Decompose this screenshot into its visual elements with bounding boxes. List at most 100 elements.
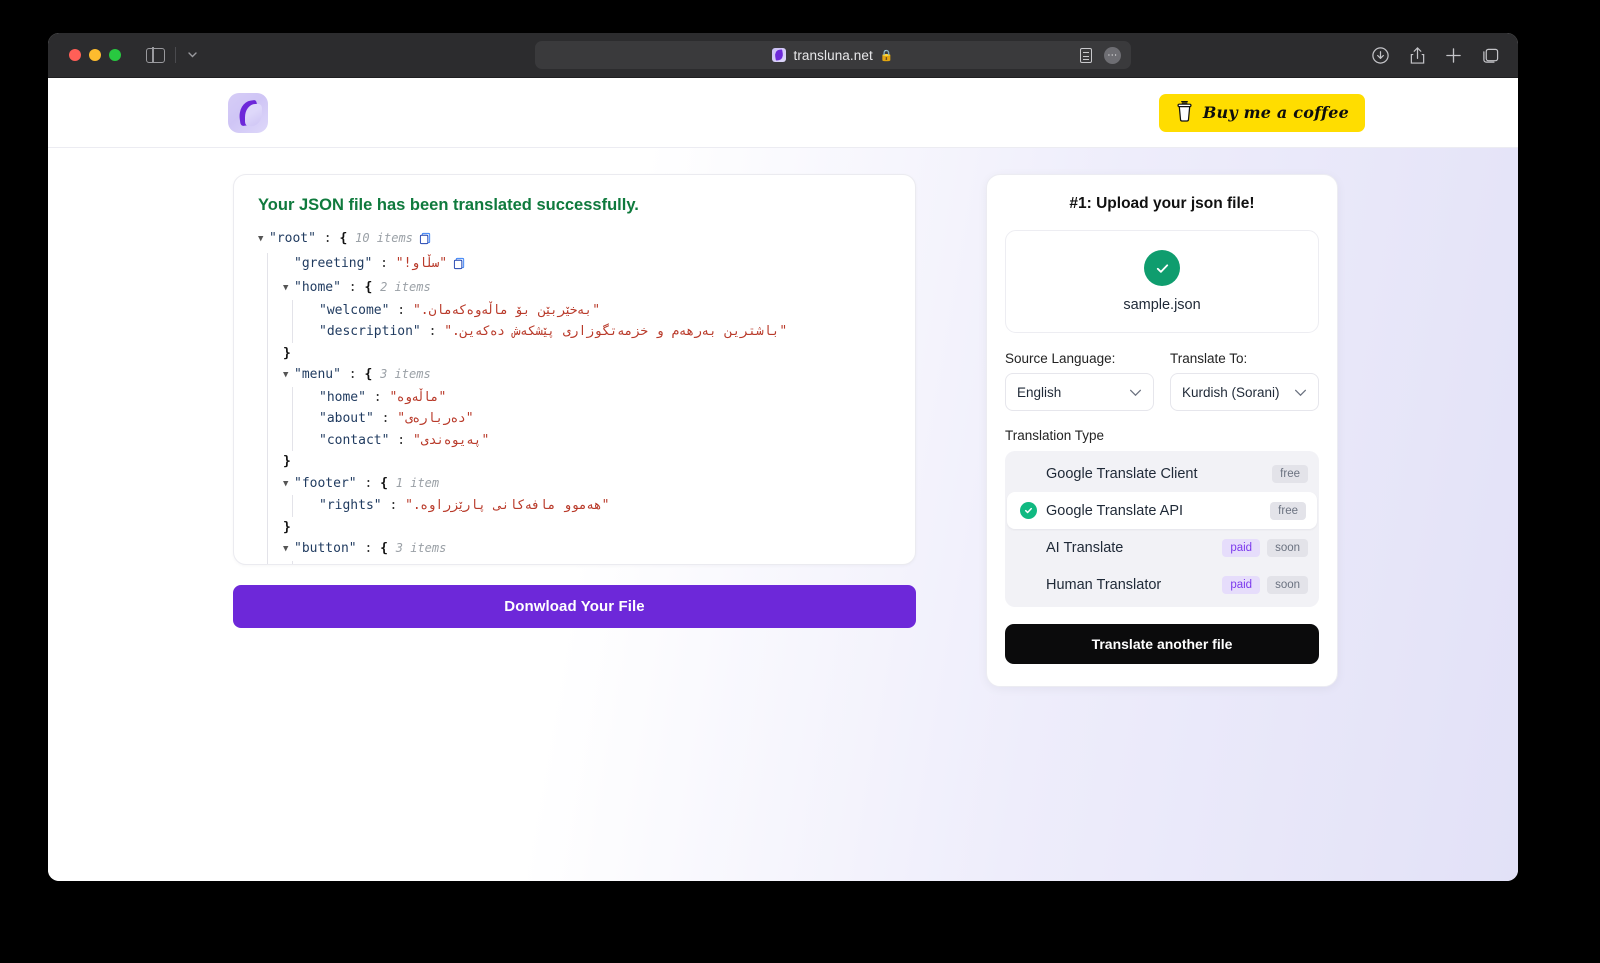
target-language-group: Translate To: Kurdish (Sorani) <box>1170 351 1319 411</box>
success-message: Your JSON file has been translated succe… <box>258 196 639 214</box>
json-value: "بەخێربێن بۆ ماڵەوەکەمان." <box>412 302 601 318</box>
badge-soon: soon <box>1267 538 1308 557</box>
panel-title: #1: Upload your json file! <box>1069 195 1255 212</box>
upload-panel: #1: Upload your json file! sample.json S… <box>986 174 1338 687</box>
footer-closing-brace: } <box>283 519 291 535</box>
tree-node-button[interactable]: ▼ "button" : { 3 items <box>283 538 891 561</box>
tree-node-root[interactable]: ▼ "root" : { 10 items <box>258 228 891 253</box>
address-bar-actions: ⋯ <box>1080 46 1121 64</box>
menu-closing-brace: } <box>283 454 291 469</box>
success-check-icon <box>1144 250 1180 286</box>
tree-node-about: "about" : "دەربارەی" <box>319 411 474 426</box>
browser-toolbar: transluna.net 🔒 ⋯ <box>48 33 1518 78</box>
url-text: transluna.net <box>793 47 873 63</box>
tree-node-menu-home: "home" : "ماڵەوە" <box>319 389 447 405</box>
toolbar-actions <box>1371 46 1500 65</box>
source-language-select[interactable]: English <box>1005 373 1154 411</box>
browser-window: transluna.net 🔒 ⋯ Buy me a coffee Your J… <box>48 33 1518 881</box>
option-badges: paid soon <box>1222 538 1308 557</box>
json-value: "پەیوەندی" <box>412 432 490 448</box>
json-value: "ماڵەوە" <box>389 389 447 405</box>
translation-type-list: Google Translate Client free Google Tran… <box>1005 451 1319 607</box>
chevron-down-icon[interactable] <box>175 47 198 63</box>
option-label: Google Translate Client <box>1046 465 1198 482</box>
reader-view-icon[interactable] <box>1080 47 1092 63</box>
translation-type-option-human-translator[interactable]: Human Translator paid soon <box>1005 566 1319 603</box>
address-bar[interactable]: transluna.net 🔒 ⋯ <box>535 41 1131 69</box>
caret-down-icon[interactable]: ▼ <box>283 365 294 387</box>
copy-icon[interactable] <box>419 231 432 253</box>
target-language-label: Translate To: <box>1170 351 1248 366</box>
plus-icon[interactable] <box>1445 47 1462 64</box>
result-column: Your JSON file has been translated succe… <box>233 174 916 628</box>
file-dropzone[interactable]: sample.json <box>1005 230 1319 333</box>
caret-down-icon[interactable]: ▼ <box>258 229 269 251</box>
share-icon[interactable] <box>1409 46 1426 65</box>
copy-icon[interactable] <box>453 256 466 278</box>
transluna-logo[interactable] <box>228 92 268 133</box>
close-window-button[interactable] <box>69 49 81 61</box>
item-count: 10 items <box>355 231 413 245</box>
selected-check-icon <box>1020 502 1037 519</box>
json-key: "rights" <box>319 498 382 513</box>
json-tree: ▼ "root" : { 10 items "greeting" : "سڵاو!… <box>258 228 891 564</box>
root-children: "greeting" : "سڵاو!" ▼ "home" : { 2 items… <box>267 252 891 564</box>
target-language-select[interactable]: Kurdish (Sorani) <box>1170 373 1319 411</box>
item-count: 2 items <box>380 280 431 294</box>
option-badges: free <box>1270 501 1306 520</box>
json-value: "دەربارەی" <box>397 411 474 426</box>
download-file-button[interactable]: Donwload Your File <box>233 585 916 628</box>
tree-node-menu[interactable]: ▼ "menu" : { 3 items <box>283 364 891 387</box>
sidebar-controls <box>146 46 198 64</box>
tree-node-footer[interactable]: ▼ "footer" : { 1 item <box>283 473 891 496</box>
translation-type-option-google-translate-client[interactable]: Google Translate Client free <box>1005 455 1319 492</box>
badge-paid: paid <box>1222 575 1261 594</box>
json-value: "سڵاو!" <box>395 255 448 271</box>
caret-down-icon[interactable]: ▼ <box>283 474 294 496</box>
json-key: "home" <box>294 280 341 295</box>
json-key: "contact" <box>319 432 390 448</box>
translation-type-option-google-translate-api[interactable]: Google Translate API free <box>1007 492 1317 529</box>
tab-overview-icon[interactable] <box>1481 47 1500 64</box>
menu-children: "home" : "ماڵەوە" "about" : "دەربارەی" "… <box>292 386 891 451</box>
minimize-window-button[interactable] <box>89 49 101 61</box>
tree-node-home[interactable]: ▼ "home" : { 2 items <box>283 277 891 300</box>
caret-down-icon[interactable]: ▼ <box>283 278 294 300</box>
target-language-value: Kurdish (Sorani) <box>1182 384 1280 400</box>
chevron-down-icon <box>1129 385 1142 400</box>
badge-free: free <box>1270 501 1306 520</box>
badge-free: free <box>1272 464 1308 483</box>
json-key: "footer" <box>294 475 357 491</box>
caret-down-icon[interactable]: ▼ <box>283 539 294 561</box>
translate-another-file-button[interactable]: Translate another file <box>1005 624 1319 664</box>
option-label: Google Translate API <box>1046 502 1184 519</box>
translation-type-option-ai-translate[interactable]: AI Translate paid soon <box>1005 529 1319 566</box>
downloads-icon[interactable] <box>1371 46 1390 65</box>
json-value: "باشترین بەرهەم و خزمەتگوزاری پێشکەش دەک… <box>444 324 788 339</box>
more-options-icon[interactable]: ⋯ <box>1104 46 1121 64</box>
lock-icon: 🔒 <box>879 49 894 62</box>
main-content: Your JSON file has been translated succe… <box>48 148 1518 687</box>
uploaded-filename: sample.json <box>1123 297 1201 313</box>
address-bar-content: transluna.net 🔒 <box>772 47 894 63</box>
item-count: 3 items <box>380 367 431 381</box>
buy-me-a-coffee-button[interactable]: Buy me a coffee <box>1158 93 1365 132</box>
page-viewport: Buy me a coffee Your JSON file has been … <box>48 78 1518 881</box>
maximize-window-button[interactable] <box>109 49 121 61</box>
badge-soon: soon <box>1267 575 1308 594</box>
footer-children: "rights" : "هەموو مافەکانی پارێزراوە." <box>292 495 891 517</box>
json-key: "root" <box>269 231 316 246</box>
option-badges: paid soon <box>1222 575 1308 594</box>
site-header: Buy me a coffee <box>48 78 1518 148</box>
coffee-cup-icon <box>1175 100 1194 126</box>
tree-node-contact: "contact" : "پەیوەندی" <box>319 432 490 448</box>
json-key: "home" <box>319 389 366 405</box>
language-selectors: Source Language: English Translate To: K… <box>1005 351 1319 411</box>
item-count: 1 item <box>395 475 440 490</box>
json-key: "button" <box>294 541 357 556</box>
sidebar-toggle-icon[interactable] <box>146 46 165 64</box>
json-key: "description" <box>319 324 421 339</box>
json-result-card: Your JSON file has been translated succe… <box>233 174 916 565</box>
source-language-group: Source Language: English <box>1005 351 1154 411</box>
translation-type-label: Translation Type <box>1005 428 1105 443</box>
